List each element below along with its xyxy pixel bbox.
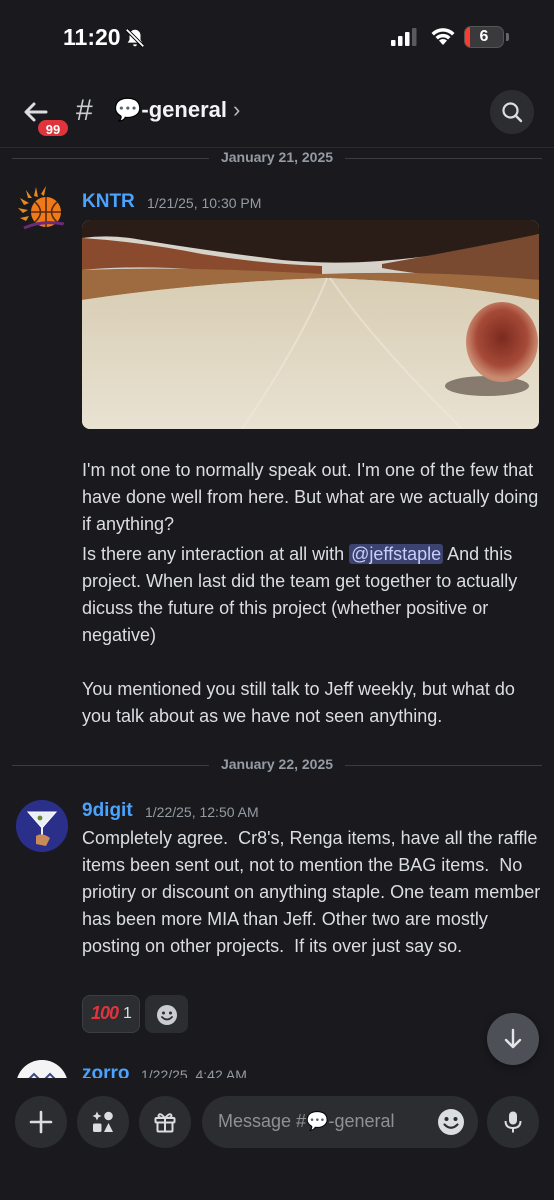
message-text: I'm not one to normally speak out. I'm o… <box>82 460 544 534</box>
reaction-count: 1 <box>123 1005 132 1022</box>
message-composer: Message #💬-general <box>0 1078 554 1200</box>
user-mention[interactable]: @jeffstaple <box>349 544 444 564</box>
message-input-placeholder: Message #💬-general <box>218 1111 395 1131</box>
gift-icon <box>154 1113 176 1133</box>
cocktail-avatar-icon <box>16 800 68 852</box>
date-divider: January 22, 2025 <box>12 755 542 775</box>
add-reaction-button[interactable] <box>145 995 188 1033</box>
voice-message-button[interactable] <box>487 1096 539 1148</box>
search-icon <box>502 102 523 123</box>
plus-icon <box>29 1110 53 1134</box>
status-time: 11:20 <box>63 24 121 50</box>
reaction-100[interactable]: 100 1 <box>82 995 140 1033</box>
date-divider-label: January 21, 2025 <box>208 149 346 165</box>
jump-to-bottom-button[interactable] <box>487 1013 539 1065</box>
message-timestamp: 1/22/25, 12:50 AM <box>145 804 259 820</box>
cellular-signal-icon <box>391 28 417 46</box>
bell-muted-icon <box>125 28 145 48</box>
battery-tip <box>506 33 509 41</box>
smiley-add-reaction-icon <box>157 1005 177 1025</box>
avatar-9digit[interactable] <box>16 800 68 852</box>
unread-badge: 99 <box>36 118 70 138</box>
wifi-icon <box>431 28 455 45</box>
basketball-logo-icon <box>18 186 65 230</box>
chevron-right-icon[interactable]: › <box>233 97 240 123</box>
message-text: Completely agree. Cr8's, Renga items, ha… <box>82 828 546 956</box>
hash-icon: # <box>76 94 93 127</box>
arrow-down-icon <box>504 1028 522 1049</box>
battery-level: 6 <box>479 28 489 45</box>
hundred-points-icon: 100 <box>91 1003 119 1023</box>
emoji-icon[interactable] <box>436 1107 466 1137</box>
microphone-icon <box>504 1111 522 1133</box>
battery-indicator: 6 <box>464 26 504 48</box>
channel-title[interactable]: 💬-general <box>114 97 227 123</box>
image-attachment[interactable] <box>82 220 539 429</box>
message-text-segment: Is there any interaction at all with <box>82 544 350 564</box>
message-timestamp: 1/21/25, 10:30 PM <box>147 195 262 211</box>
message-author[interactable]: KNTR <box>82 191 135 213</box>
date-divider-label: January 22, 2025 <box>208 756 346 772</box>
date-divider: January 21, 2025 <box>12 148 542 168</box>
apps-icon <box>92 1111 113 1132</box>
message-text: Is there any interaction at all with @je… <box>82 541 544 649</box>
apps-button[interactable] <box>77 1096 129 1148</box>
message-text: You mentioned you still talk to Jeff wee… <box>82 679 520 726</box>
add-attachment-button[interactable] <box>15 1096 67 1148</box>
channel-header: 99 # 💬-general › <box>0 78 554 148</box>
message-input[interactable]: Message #💬-general <box>202 1096 478 1148</box>
status-bar: 11:20 6 <box>0 0 554 78</box>
search-button[interactable] <box>490 90 534 134</box>
gift-button[interactable] <box>139 1096 191 1148</box>
message-author[interactable]: 9digit <box>82 800 133 822</box>
avatar-kntr[interactable] <box>16 184 68 236</box>
